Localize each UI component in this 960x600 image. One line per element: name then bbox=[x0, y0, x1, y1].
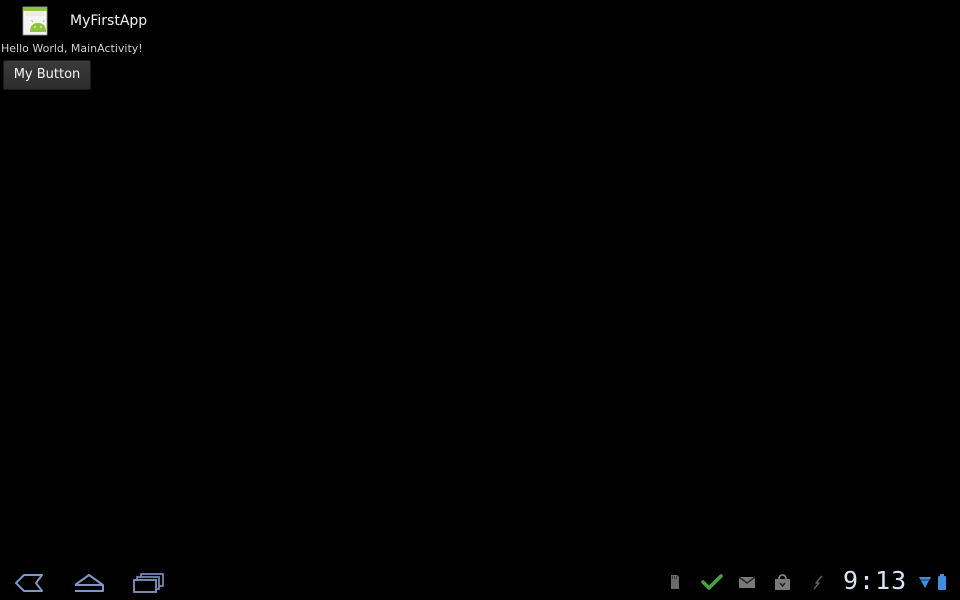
wifi-icon[interactable] bbox=[918, 573, 932, 591]
checkmark-icon[interactable] bbox=[701, 573, 723, 591]
app-title: MyFirstApp bbox=[70, 13, 148, 29]
clock[interactable]: 9:13 bbox=[843, 566, 907, 596]
back-icon[interactable] bbox=[12, 572, 46, 594]
usb-debug-icon[interactable] bbox=[811, 573, 825, 591]
sd-card-icon[interactable] bbox=[669, 573, 681, 591]
home-icon[interactable] bbox=[72, 572, 106, 594]
system-bar bbox=[0, 564, 960, 600]
recent-apps-icon[interactable] bbox=[132, 572, 166, 594]
action-bar: MyFirstApp bbox=[0, 0, 960, 42]
android-app-icon[interactable] bbox=[22, 6, 48, 36]
market-bag-icon[interactable] bbox=[774, 573, 791, 591]
android-screen: MyFirstApp Hello World, MainActivity! My… bbox=[0, 0, 960, 600]
hello-text: Hello World, MainActivity! bbox=[1, 42, 143, 55]
my-button[interactable]: My Button bbox=[3, 60, 91, 90]
battery-icon[interactable] bbox=[936, 573, 948, 591]
gmail-icon[interactable] bbox=[738, 573, 756, 591]
